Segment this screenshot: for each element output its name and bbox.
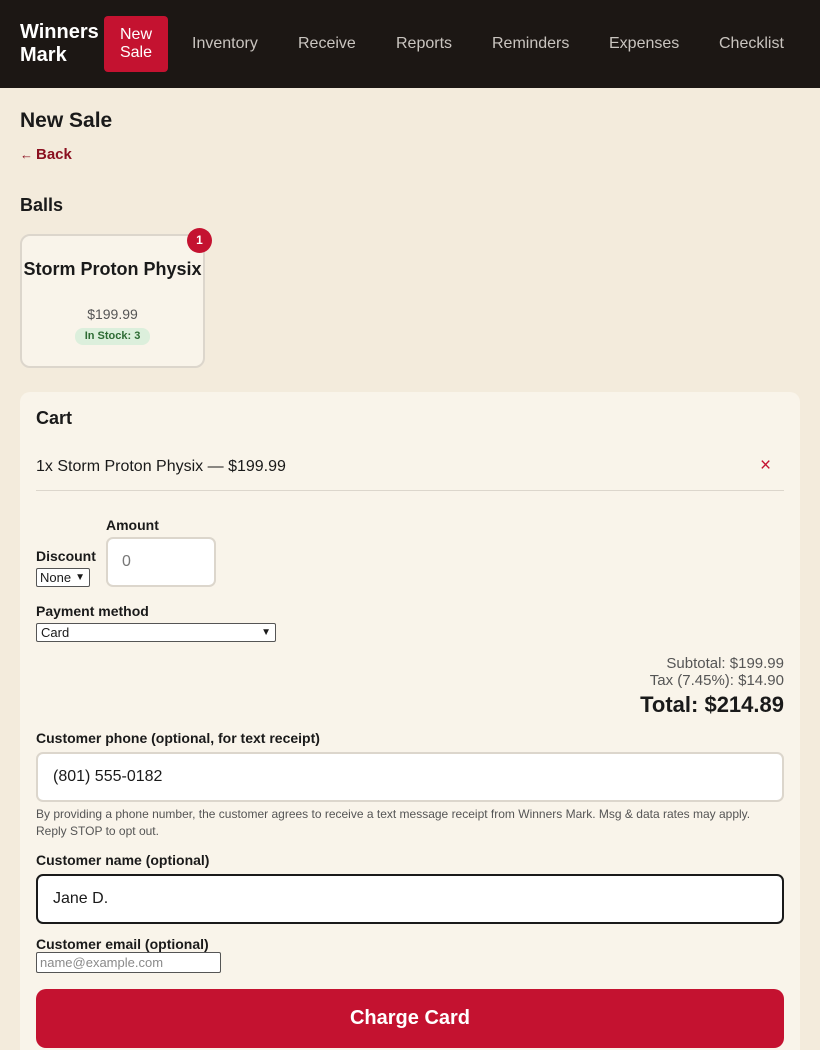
sms-consent-text: By providing a phone number, the custome… [36, 807, 751, 838]
cart-count-badge: 1 [187, 228, 212, 253]
stock-badge: In Stock: 3 [75, 328, 150, 345]
chevron-down-icon: ▼ [261, 627, 271, 638]
discount-select-value: None [40, 570, 72, 585]
nav-item-reminders[interactable]: Reminders [492, 35, 569, 53]
total: Total: $214.89 [640, 692, 784, 717]
category-title: Balls [20, 195, 64, 215]
payment-method-value: Card [41, 625, 70, 640]
customer-name-label: Customer name (optional) [36, 852, 210, 868]
product-name: Storm Proton Physix [23, 259, 202, 279]
product-price: $199.99 [87, 306, 138, 322]
nav-item-new-sale[interactable]: New Sale [104, 16, 168, 72]
payment-method-select[interactable]: Card ▼ [36, 623, 276, 642]
arrow-left-icon: ← [20, 147, 33, 162]
close-icon[interactable]: × [760, 456, 771, 475]
customer-phone-label: Customer phone (optional, for text recei… [36, 730, 320, 746]
nav-item-receive[interactable]: Receive [298, 35, 356, 53]
discount-select[interactable]: None ▼ [36, 568, 90, 587]
nav-item-checklist[interactable]: Checklist [719, 35, 784, 53]
page-title: New Sale [20, 109, 113, 132]
cart-title: Cart [36, 408, 73, 428]
nav-item-expenses[interactable]: Expenses [609, 35, 679, 53]
back-link-label: Back [36, 146, 72, 163]
payment-method-label: Payment method [36, 603, 149, 619]
customer-email-input[interactable]: name@example.com [36, 952, 221, 973]
cart-line-item: 1x Storm Proton Physix — $199.99 [36, 458, 286, 475]
cart-panel: Cart 1x Storm Proton Physix — $199.99 × … [20, 392, 800, 1050]
customer-phone-input[interactable]: (801) 555-0182 [36, 752, 784, 802]
subtotal: Subtotal: $199.99 [666, 655, 784, 672]
nav-item-inventory[interactable]: Inventory [192, 35, 258, 53]
discount-amount-input[interactable]: 0 [106, 537, 216, 587]
chevron-down-icon: ▼ [75, 572, 85, 583]
tax: Tax (7.45%): $14.90 [649, 672, 784, 689]
discount-label: Discount [36, 548, 96, 564]
customer-name-input[interactable]: Jane D. [36, 874, 784, 924]
product-card[interactable]: Storm Proton Physix $199.99 In Stock: 3 [20, 234, 205, 368]
divider [36, 490, 784, 491]
amount-label: Amount [106, 517, 159, 533]
charge-card-button[interactable]: Charge Card [36, 989, 784, 1048]
customer-email-label: Customer email (optional) [36, 936, 209, 952]
nav-item-reports[interactable]: Reports [396, 35, 452, 53]
brand-logo[interactable]: Winners Mark [20, 21, 104, 67]
top-nav: Winners Mark New Sale Inventory Receive … [0, 0, 820, 88]
back-link[interactable]: ← Back [20, 146, 72, 163]
